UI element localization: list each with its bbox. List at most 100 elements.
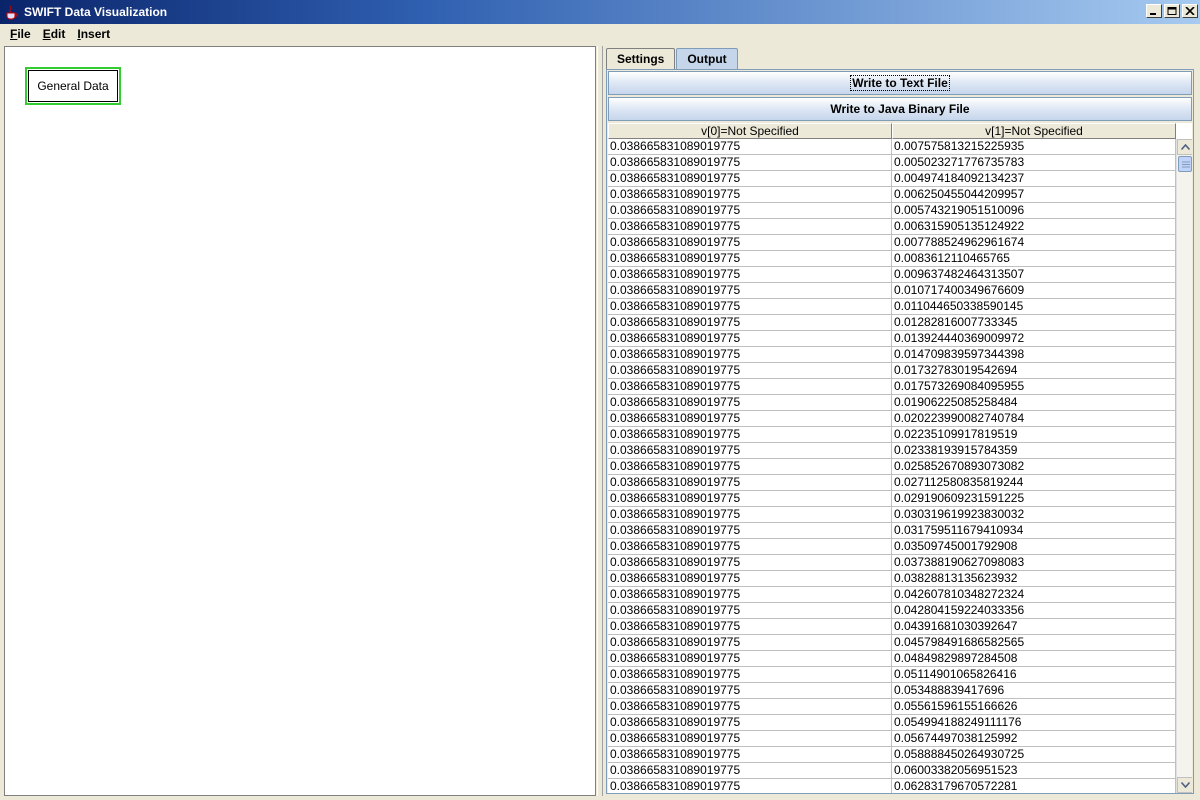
table-cell-v0[interactable]: 0.038665831089019775	[608, 139, 892, 155]
table-cell-v1[interactable]: 0.01906225085258484	[892, 395, 1176, 411]
table-row[interactable]: 0.038665831089019775 0.007575813215225935	[608, 139, 1176, 155]
close-button[interactable]	[1182, 4, 1198, 18]
table-cell-v0[interactable]: 0.038665831089019775	[608, 507, 892, 523]
table-cell-v0[interactable]: 0.038665831089019775	[608, 219, 892, 235]
scroll-down-button[interactable]	[1177, 777, 1192, 793]
table-row[interactable]: 0.038665831089019775 0.05114901065826416	[608, 667, 1176, 683]
table-cell-v1[interactable]: 0.053488839417696	[892, 683, 1176, 699]
table-cell-v0[interactable]: 0.038665831089019775	[608, 475, 892, 491]
table-row[interactable]: 0.038665831089019775 0.042607810348272324	[608, 587, 1176, 603]
table-cell-v1[interactable]: 0.029190609231591225	[892, 491, 1176, 507]
table-row[interactable]: 0.038665831089019775 0.01906225085258484	[608, 395, 1176, 411]
table-cell-v0[interactable]: 0.038665831089019775	[608, 283, 892, 299]
table-cell-v1[interactable]: 0.0083612110465765	[892, 251, 1176, 267]
table-row[interactable]: 0.038665831089019775 0.010717400349676609	[608, 283, 1176, 299]
table-row[interactable]: 0.038665831089019775 0.029190609231591225	[608, 491, 1176, 507]
table-cell-v1[interactable]: 0.06003382056951523	[892, 763, 1176, 779]
table-row[interactable]: 0.038665831089019775 0.009637482464313507	[608, 267, 1176, 283]
table-row[interactable]: 0.038665831089019775 0.03828813135623932	[608, 571, 1176, 587]
table-cell-v0[interactable]: 0.038665831089019775	[608, 427, 892, 443]
scroll-thumb[interactable]	[1178, 156, 1192, 172]
table-cell-v0[interactable]: 0.038665831089019775	[608, 587, 892, 603]
table-cell-v1[interactable]: 0.005743219051510096	[892, 203, 1176, 219]
table-cell-v1[interactable]: 0.02338193915784359	[892, 443, 1176, 459]
table-cell-v0[interactable]: 0.038665831089019775	[608, 715, 892, 731]
table-row[interactable]: 0.038665831089019775 0.005023271776735783	[608, 155, 1176, 171]
table-cell-v1[interactable]: 0.010717400349676609	[892, 283, 1176, 299]
table-cell-v0[interactable]: 0.038665831089019775	[608, 731, 892, 747]
general-data-node[interactable]: General Data	[25, 67, 121, 105]
table-row[interactable]: 0.038665831089019775 0.014709839597344398	[608, 347, 1176, 363]
table-cell-v0[interactable]: 0.038665831089019775	[608, 331, 892, 347]
table-cell-v1[interactable]: 0.04391681030392647	[892, 619, 1176, 635]
table-row[interactable]: 0.038665831089019775 0.01732783019542694	[608, 363, 1176, 379]
table-row[interactable]: 0.038665831089019775 0.02338193915784359	[608, 443, 1176, 459]
table-row[interactable]: 0.038665831089019775 0.053488839417696	[608, 683, 1176, 699]
table-cell-v1[interactable]: 0.037388190627098083	[892, 555, 1176, 571]
table-row[interactable]: 0.038665831089019775 0.004974184092134237	[608, 171, 1176, 187]
table-cell-v1[interactable]: 0.058888450264930725	[892, 747, 1176, 763]
table-cell-v0[interactable]: 0.038665831089019775	[608, 251, 892, 267]
vertical-scrollbar[interactable]	[1176, 139, 1192, 793]
table-row[interactable]: 0.038665831089019775 0.02235109917819519	[608, 427, 1176, 443]
table-cell-v1[interactable]: 0.045798491686582565	[892, 635, 1176, 651]
column-header-v0[interactable]: v[0]=Not Specified	[608, 123, 892, 139]
table-cell-v0[interactable]: 0.038665831089019775	[608, 603, 892, 619]
table-cell-v0[interactable]: 0.038665831089019775	[608, 555, 892, 571]
table-cell-v1[interactable]: 0.05114901065826416	[892, 667, 1176, 683]
table-cell-v0[interactable]: 0.038665831089019775	[608, 667, 892, 683]
table-row[interactable]: 0.038665831089019775 0.013924440369009972	[608, 331, 1176, 347]
table-cell-v0[interactable]: 0.038665831089019775	[608, 635, 892, 651]
table-cell-v1[interactable]: 0.006315905135124922	[892, 219, 1176, 235]
table-row[interactable]: 0.038665831089019775 0.025852670893073082	[608, 459, 1176, 475]
table-cell-v1[interactable]: 0.01732783019542694	[892, 363, 1176, 379]
table-cell-v1[interactable]: 0.025852670893073082	[892, 459, 1176, 475]
table-row[interactable]: 0.038665831089019775 0.0083612110465765	[608, 251, 1176, 267]
table-row[interactable]: 0.038665831089019775 0.04391681030392647	[608, 619, 1176, 635]
table-row[interactable]: 0.038665831089019775 0.054994188249111176	[608, 715, 1176, 731]
canvas-pane[interactable]: General Data	[4, 46, 596, 796]
write-java-binary-button[interactable]: Write to Java Binary File	[608, 97, 1192, 121]
title-bar[interactable]: SWIFT Data Visualization	[0, 0, 1200, 24]
menu-edit[interactable]: Edit	[37, 24, 72, 44]
table-row[interactable]: 0.038665831089019775 0.05561596155166626	[608, 699, 1176, 715]
table-cell-v1[interactable]: 0.01282816007733345	[892, 315, 1176, 331]
table-cell-v1[interactable]: 0.013924440369009972	[892, 331, 1176, 347]
table-cell-v0[interactable]: 0.038665831089019775	[608, 299, 892, 315]
table-cell-v0[interactable]: 0.038665831089019775	[608, 699, 892, 715]
table-cell-v0[interactable]: 0.038665831089019775	[608, 523, 892, 539]
table-cell-v0[interactable]: 0.038665831089019775	[608, 459, 892, 475]
table-cell-v0[interactable]: 0.038665831089019775	[608, 267, 892, 283]
table-cell-v0[interactable]: 0.038665831089019775	[608, 171, 892, 187]
table-cell-v0[interactable]: 0.038665831089019775	[608, 539, 892, 555]
table-cell-v0[interactable]: 0.038665831089019775	[608, 491, 892, 507]
table-cell-v0[interactable]: 0.038665831089019775	[608, 683, 892, 699]
table-row[interactable]: 0.038665831089019775 0.007788524962961674	[608, 235, 1176, 251]
table-cell-v1[interactable]: 0.054994188249111176	[892, 715, 1176, 731]
tab-output[interactable]: Output	[676, 48, 738, 70]
table-cell-v1[interactable]: 0.020223990082740784	[892, 411, 1176, 427]
table-cell-v1[interactable]: 0.014709839597344398	[892, 347, 1176, 363]
table-row[interactable]: 0.038665831089019775 0.05674497038125992	[608, 731, 1176, 747]
table-cell-v0[interactable]: 0.038665831089019775	[608, 651, 892, 667]
table-cell-v1[interactable]: 0.02235109917819519	[892, 427, 1176, 443]
table-row[interactable]: 0.038665831089019775 0.027112580835819244	[608, 475, 1176, 491]
table-cell-v0[interactable]: 0.038665831089019775	[608, 235, 892, 251]
data-table[interactable]: v[0]=Not Specified v[1]=Not Specified 0.…	[608, 123, 1192, 793]
table-cell-v0[interactable]: 0.038665831089019775	[608, 187, 892, 203]
table-row[interactable]: 0.038665831089019775 0.005743219051510096	[608, 203, 1176, 219]
table-cell-v1[interactable]: 0.027112580835819244	[892, 475, 1176, 491]
table-row[interactable]: 0.038665831089019775 0.045798491686582565	[608, 635, 1176, 651]
table-row[interactable]: 0.038665831089019775 0.037388190627098083	[608, 555, 1176, 571]
table-row[interactable]: 0.038665831089019775 0.042804159224033356	[608, 603, 1176, 619]
table-cell-v1[interactable]: 0.030319619923830032	[892, 507, 1176, 523]
table-cell-v1[interactable]: 0.007575813215225935	[892, 139, 1176, 155]
scroll-up-button[interactable]	[1177, 139, 1192, 155]
minimize-button[interactable]	[1146, 4, 1162, 18]
table-row[interactable]: 0.038665831089019775 0.01282816007733345	[608, 315, 1176, 331]
table-cell-v1[interactable]: 0.04849829897284508	[892, 651, 1176, 667]
table-cell-v0[interactable]: 0.038665831089019775	[608, 315, 892, 331]
table-cell-v1[interactable]: 0.031759511679410934	[892, 523, 1176, 539]
table-cell-v1[interactable]: 0.042607810348272324	[892, 587, 1176, 603]
table-row[interactable]: 0.038665831089019775 0.020223990082740784	[608, 411, 1176, 427]
